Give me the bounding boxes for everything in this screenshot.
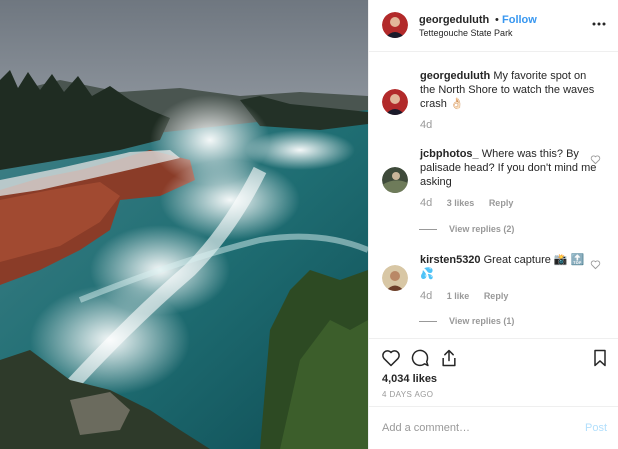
add-comment-bar: Post xyxy=(369,406,618,449)
caption: georgeduluth My favorite spot on the Nor… xyxy=(420,69,598,111)
comment-age[interactable]: 4d xyxy=(420,119,432,131)
heart-small-icon[interactable] xyxy=(590,154,601,165)
comment: jcbphotos_ Where was this? By palisade h… xyxy=(420,147,598,189)
comment-icon[interactable] xyxy=(410,348,430,368)
post-photo[interactable] xyxy=(0,0,368,449)
post-timestamp[interactable]: 4 DAYS AGO xyxy=(382,390,433,399)
view-replies-label: View replies (1) xyxy=(449,316,515,326)
post-actions: 4,034 likes 4 DAYS AGO xyxy=(369,338,618,406)
share-icon[interactable] xyxy=(439,348,459,368)
reply-button[interactable]: Reply xyxy=(489,198,514,208)
separator-dot: • xyxy=(495,14,499,26)
more-icon[interactable] xyxy=(591,16,607,32)
likes-count[interactable]: 4,034 likes xyxy=(382,373,437,385)
comment-username[interactable]: kirsten5320 xyxy=(420,254,481,266)
follow-button[interactable]: Follow xyxy=(502,14,537,26)
comment-age[interactable]: 4d xyxy=(420,197,432,209)
bookmark-icon[interactable] xyxy=(590,348,610,368)
avatar[interactable] xyxy=(382,12,408,38)
post-header: georgeduluth • Follow Tettegouche State … xyxy=(369,0,618,52)
avatar-image xyxy=(382,89,408,115)
location-link[interactable]: Tettegouche State Park xyxy=(419,28,513,38)
avatar-image xyxy=(382,12,408,38)
comment-username[interactable]: jcbphotos_ xyxy=(420,148,479,160)
avatar[interactable] xyxy=(382,167,408,193)
avatar[interactable] xyxy=(382,265,408,291)
comment-meta: 4d xyxy=(420,119,432,131)
heart-small-icon[interactable] xyxy=(590,259,601,270)
view-replies-button[interactable]: View replies (2) xyxy=(419,224,514,234)
comment-meta: 4d 1 like Reply xyxy=(420,290,508,302)
header-username[interactable]: georgeduluth xyxy=(419,14,489,26)
comment-age[interactable]: 4d xyxy=(420,290,432,302)
replies-divider-line xyxy=(419,228,437,230)
comment-meta: 4d 3 likes Reply xyxy=(420,197,513,209)
view-replies-label: View replies (2) xyxy=(449,224,515,234)
comments-list: georgeduluth My favorite spot on the Nor… xyxy=(369,53,618,338)
heart-icon[interactable] xyxy=(381,348,401,368)
photo-waves-image xyxy=(0,0,368,449)
avatar[interactable] xyxy=(382,89,408,115)
replies-divider-line xyxy=(419,320,437,322)
avatar-image xyxy=(382,167,408,193)
view-replies-button[interactable]: View replies (1) xyxy=(419,316,514,326)
avatar-image xyxy=(382,265,408,291)
comment-input[interactable] xyxy=(382,419,572,437)
post: georgeduluth • Follow Tettegouche State … xyxy=(0,0,618,449)
post-side-panel: georgeduluth • Follow Tettegouche State … xyxy=(368,0,618,449)
comment-likes[interactable]: 1 like xyxy=(447,291,470,301)
comment-likes[interactable]: 3 likes xyxy=(447,198,475,208)
comment-username[interactable]: georgeduluth xyxy=(420,70,490,82)
comment: kirsten5320 Great capture 📸 🔝 💦 xyxy=(420,253,598,281)
reply-button[interactable]: Reply xyxy=(484,291,509,301)
post-comment-button[interactable]: Post xyxy=(585,422,607,434)
